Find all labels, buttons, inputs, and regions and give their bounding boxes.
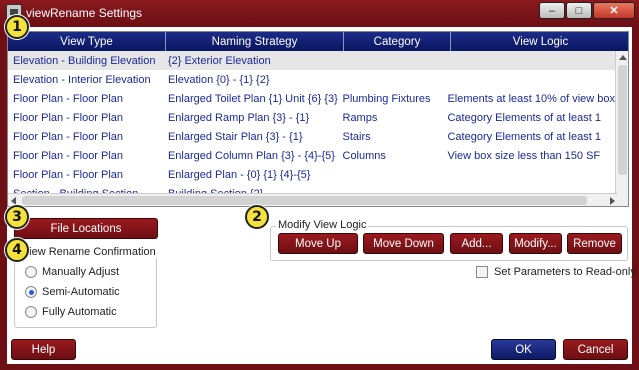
close-icon: ✕ xyxy=(609,5,619,17)
scroll-right-icon[interactable] xyxy=(610,197,615,205)
modify-button[interactable]: Modify... xyxy=(509,233,562,254)
table-row[interactable]: Floor Plan - Floor Plan Enlarged Toilet P… xyxy=(8,89,618,108)
cell-category: Plumbing Fixtures xyxy=(342,92,431,105)
horizontal-scroll-thumb[interactable] xyxy=(22,196,587,205)
table-row[interactable]: Floor Plan - Floor Plan Enlarged Column P… xyxy=(8,146,618,165)
vertical-scrollbar[interactable] xyxy=(615,51,628,206)
window-title: viewRename Settings xyxy=(26,6,143,20)
minimize-button[interactable]: – xyxy=(539,2,565,19)
close-button[interactable]: ✕ xyxy=(593,2,635,19)
minimize-icon: – xyxy=(548,4,556,17)
radio-manually-adjust[interactable]: Manually Adjust xyxy=(25,266,119,278)
table-row[interactable]: Elevation - Interior Elevation Elevation … xyxy=(8,70,618,89)
move-down-button[interactable]: Move Down xyxy=(363,233,444,254)
radio-label: Fully Automatic xyxy=(42,306,117,318)
column-header-view-type[interactable]: View Type xyxy=(8,32,166,51)
modify-view-logic-title: Modify View Logic xyxy=(276,219,369,231)
cell-naming-strategy: {2} Exterior Elevation xyxy=(167,54,271,67)
cell-naming-strategy: Enlarged Toilet Plan {1} Unit {6} {3} xyxy=(167,92,338,105)
table-row[interactable]: Floor Plan - Floor Plan Enlarged Stair Pl… xyxy=(8,127,618,146)
cell-view-logic: Elements at least 10% of view box xyxy=(447,92,615,105)
cell-category: Columns xyxy=(342,149,386,162)
add-button[interactable]: Add... xyxy=(450,233,503,254)
cell-naming-strategy: Enlarged Column Plan {3} - {4}-{5} xyxy=(167,149,335,162)
cell-view-type: Elevation - Interior Elevation xyxy=(13,73,151,86)
view-rules-grid[interactable]: View Type Naming Strategy Category View … xyxy=(7,31,629,207)
readonly-checkbox[interactable] xyxy=(476,266,488,278)
cell-view-type: Floor Plan - Floor Plan xyxy=(13,149,124,162)
grid-header: View Type Naming Strategy Category View … xyxy=(8,32,628,51)
radio-fully-automatic[interactable]: Fully Automatic xyxy=(25,306,117,318)
table-row[interactable]: Floor Plan - Floor Plan Enlarged Ramp Pla… xyxy=(8,108,618,127)
radio-icon[interactable] xyxy=(25,266,37,278)
remove-button[interactable]: Remove xyxy=(567,233,622,254)
cell-view-logic: Category Elements of at least 1 xyxy=(447,111,601,124)
scroll-left-icon[interactable] xyxy=(11,197,16,205)
column-header-naming-strategy[interactable]: Naming Strategy xyxy=(166,32,344,51)
cell-naming-strategy: Elevation {0} - {1} {2} xyxy=(167,73,270,86)
maximize-button[interactable]: □ xyxy=(566,2,592,19)
confirmation-group-title: View Rename Confirmation xyxy=(20,246,158,258)
vertical-scroll-thumb[interactable] xyxy=(618,65,627,175)
cell-naming-strategy: Enlarged Ramp Plan {3} - {1} xyxy=(167,111,310,124)
cell-view-logic: View box size less than 150 SF xyxy=(447,149,601,162)
cell-view-type: Elevation - Building Elevation xyxy=(13,54,156,67)
scroll-up-icon[interactable] xyxy=(619,55,627,60)
readonly-label: Set Parameters to Read-only xyxy=(494,266,636,278)
cancel-button[interactable]: Cancel xyxy=(563,339,628,360)
radio-checked-icon[interactable] xyxy=(25,286,37,298)
cell-category: Ramps xyxy=(342,111,378,124)
table-row[interactable]: Floor Plan - Floor Plan Enlarged Plan - {… xyxy=(8,165,618,184)
column-header-category[interactable]: Category xyxy=(344,32,451,51)
help-button[interactable]: Help xyxy=(11,339,76,360)
callout-badge-3: 3 xyxy=(5,205,29,229)
cell-category: Stairs xyxy=(342,130,371,143)
cell-view-logic: Category Elements of at least 1 xyxy=(447,130,601,143)
maximize-icon: □ xyxy=(575,4,583,17)
file-locations-button[interactable]: File Locations xyxy=(14,218,158,239)
callout-badge-4: 4 xyxy=(5,238,29,262)
cell-naming-strategy: Enlarged Stair Plan {3} - {1} xyxy=(167,130,303,143)
radio-label: Manually Adjust xyxy=(42,266,120,278)
callout-badge-2: 2 xyxy=(245,205,269,229)
grid-body: Elevation - Building Elevation {2} Exteri… xyxy=(8,51,618,203)
title-bar[interactable]: viewRename Settings – □ ✕ xyxy=(0,0,639,26)
settings-window: viewRename Settings – □ ✕ View Type Nami… xyxy=(0,0,639,370)
radio-icon[interactable] xyxy=(25,306,37,318)
cell-naming-strategy: Enlarged Plan - {0} {1} {4}-{5} xyxy=(167,168,311,181)
readonly-checkbox-row[interactable]: Set Parameters to Read-only xyxy=(476,266,636,278)
cell-view-type: Floor Plan - Floor Plan xyxy=(13,111,124,124)
callout-badge-1: 1 xyxy=(5,15,29,39)
table-row[interactable]: Elevation - Building Elevation {2} Exteri… xyxy=(8,51,618,70)
cell-view-type: Floor Plan - Floor Plan xyxy=(13,130,124,143)
column-header-view-logic[interactable]: View Logic xyxy=(451,32,628,51)
horizontal-scrollbar[interactable] xyxy=(8,193,618,206)
cell-view-type: Floor Plan - Floor Plan xyxy=(13,168,124,181)
ok-button[interactable]: OK xyxy=(491,339,556,360)
radio-label: Semi-Automatic xyxy=(42,286,120,298)
cell-view-type: Floor Plan - Floor Plan xyxy=(13,92,124,105)
move-up-button[interactable]: Move Up xyxy=(278,233,358,254)
radio-semi-automatic[interactable]: Semi-Automatic xyxy=(25,286,120,298)
